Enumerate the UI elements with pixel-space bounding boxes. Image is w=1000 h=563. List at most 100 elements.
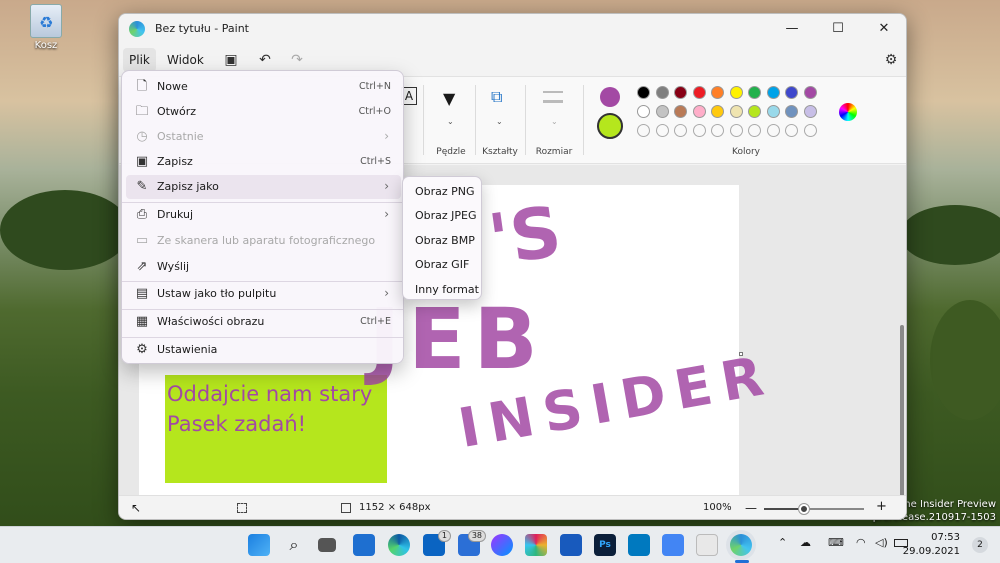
- menu-item-set-wallpaper[interactable]: ▤ Ustaw jako tło pulpitu ›: [126, 282, 401, 306]
- resize-handle[interactable]: [739, 352, 743, 356]
- palette-color[interactable]: [803, 105, 817, 118]
- image-properties-icon: ▦: [135, 314, 149, 329]
- redo-icon[interactable]: ↷: [285, 50, 309, 70]
- submenu-item-gif[interactable]: Obraz GIF: [415, 258, 469, 271]
- brushes-group[interactable]: ▼ ⌄ Pędzle: [431, 77, 471, 165]
- save-icon[interactable]: ▣: [219, 50, 243, 70]
- submenu-item-other[interactable]: Inny format: [415, 283, 479, 296]
- menu-item-save-as[interactable]: ✎ Zapisz jako ›: [126, 175, 401, 199]
- palette-color[interactable]: [785, 105, 798, 118]
- save-icon: ▣: [135, 154, 149, 169]
- chevron-up-icon[interactable]: ⌃: [778, 536, 787, 549]
- empty-color-slot[interactable]: [729, 124, 743, 137]
- close-button[interactable]: ✕: [861, 14, 906, 44]
- menu-item-recent[interactable]: ◷ Ostatnie ›: [126, 125, 401, 149]
- palette-color[interactable]: [655, 86, 669, 99]
- palette-color[interactable]: [785, 86, 798, 99]
- keyboard-icon[interactable]: ⌨: [828, 536, 844, 549]
- store-icon[interactable]: 38: [458, 530, 486, 556]
- onedrive-icon[interactable]: ☁: [800, 536, 811, 549]
- menu-item-scanner[interactable]: ▭ Ze skanera lub aparatu fotograficznego: [126, 229, 401, 253]
- zoom-in-button[interactable]: +: [876, 499, 887, 514]
- trello-icon[interactable]: [628, 534, 650, 556]
- task-view-icon[interactable]: [318, 538, 336, 552]
- menu-view[interactable]: Widok: [161, 48, 210, 72]
- empty-color-slot[interactable]: [637, 124, 650, 137]
- edge-icon[interactable]: [388, 534, 410, 556]
- color-picker-icon[interactable]: [839, 103, 857, 121]
- submenu-item-png[interactable]: Obraz PNG: [415, 185, 475, 198]
- submenu-item-jpeg[interactable]: Obraz JPEG: [415, 209, 477, 222]
- palette-color[interactable]: [748, 86, 761, 99]
- menu-item-open[interactable]: 🗀 Otwórz Ctrl+O: [126, 100, 401, 124]
- menu-item-new[interactable]: 🗋 Nowe Ctrl+N: [126, 75, 401, 99]
- primary-color[interactable]: [600, 87, 620, 107]
- menu-item-save[interactable]: ▣ Zapisz Ctrl+S: [126, 150, 401, 174]
- brush-icon: ▼: [443, 89, 456, 108]
- translate-icon[interactable]: [662, 534, 684, 556]
- palette-color[interactable]: [729, 105, 743, 118]
- maximize-button[interactable]: ☐: [815, 14, 861, 44]
- empty-color-slot[interactable]: [766, 124, 780, 137]
- empty-color-slot[interactable]: [655, 124, 669, 137]
- recycle-bin[interactable]: ♻ Kosz: [24, 4, 68, 51]
- menu-item-image-properties[interactable]: ▦ Właściwości obrazu Ctrl+E: [126, 310, 401, 334]
- chevron-right-icon: ›: [384, 286, 389, 300]
- empty-color-slot[interactable]: [692, 124, 706, 137]
- empty-color-slot[interactable]: [674, 124, 687, 137]
- recycle-bin-icon: ♻: [30, 4, 62, 38]
- menu-item-send[interactable]: ⇗ Wyślij: [126, 255, 401, 279]
- clock[interactable]: 07:53 29.09.2021: [903, 531, 960, 559]
- palette-color[interactable]: [674, 86, 687, 99]
- vertical-scrollbar[interactable]: [900, 325, 904, 519]
- empty-color-slot[interactable]: [803, 124, 817, 137]
- palette-color[interactable]: [637, 105, 650, 118]
- palette-color[interactable]: [729, 86, 743, 99]
- palette-color[interactable]: [766, 86, 780, 99]
- palette-color[interactable]: [692, 86, 706, 99]
- chevron-right-icon: ›: [384, 129, 389, 143]
- calendar-icon[interactable]: [696, 534, 718, 556]
- palette-color[interactable]: [655, 105, 669, 118]
- notification-badge[interactable]: 2: [972, 537, 988, 553]
- zoom-slider-thumb[interactable]: [799, 504, 809, 514]
- menu-file[interactable]: Plik: [123, 48, 156, 72]
- zoom-slider[interactable]: [764, 504, 864, 514]
- undo-icon[interactable]: ↶: [253, 50, 277, 70]
- palette-color[interactable]: [803, 86, 817, 99]
- empty-color-slot[interactable]: [711, 124, 724, 137]
- palette-color[interactable]: [692, 105, 706, 118]
- minimize-button[interactable]: —: [769, 14, 815, 44]
- wifi-icon[interactable]: ◠: [856, 536, 866, 549]
- messenger-icon[interactable]: [491, 534, 513, 556]
- empty-color-slot[interactable]: [748, 124, 761, 137]
- mail-icon[interactable]: 1: [423, 530, 451, 556]
- start-icon[interactable]: [248, 534, 270, 556]
- empty-color-slot[interactable]: [785, 124, 798, 137]
- submenu-item-bmp[interactable]: Obraz BMP: [415, 234, 475, 247]
- palette-color[interactable]: [637, 86, 650, 99]
- volume-icon[interactable]: ◁): [875, 536, 888, 549]
- shapes-group[interactable]: ⧉ ⌄ Kształty: [477, 77, 523, 165]
- palette-color[interactable]: [674, 105, 687, 118]
- menu-item-label: Ze skanera lub aparatu fotograficznego: [157, 234, 376, 247]
- canvas-text-box[interactable]: Oddajcie nam stary Pasek zadań!: [165, 375, 387, 483]
- paint-taskbar-icon[interactable]: [730, 534, 752, 556]
- search-icon[interactable]: ⌕: [283, 534, 305, 556]
- palette-color[interactable]: [766, 105, 780, 118]
- widgets-icon[interactable]: [353, 534, 375, 556]
- size-group[interactable]: ⌄ Rozmiar: [529, 77, 579, 165]
- palette-color[interactable]: [748, 105, 761, 118]
- photoshop-icon[interactable]: Ps: [594, 534, 616, 556]
- menu-item-settings[interactable]: ⚙ Ustawienia: [126, 338, 401, 362]
- palette-color[interactable]: [711, 105, 724, 118]
- size-label: Rozmiar: [535, 147, 573, 157]
- word-icon[interactable]: [560, 534, 582, 556]
- share-icon[interactable]: ⚙: [879, 50, 903, 70]
- title-bar[interactable]: Bez tytułu - Paint — ☐ ✕: [119, 14, 906, 44]
- zoom-out-button[interactable]: —: [745, 501, 757, 515]
- slack-icon[interactable]: [525, 534, 547, 556]
- menu-item-print[interactable]: ⎙ Drukuj ›: [126, 203, 401, 227]
- palette-color[interactable]: [711, 86, 724, 99]
- secondary-color[interactable]: [597, 113, 623, 139]
